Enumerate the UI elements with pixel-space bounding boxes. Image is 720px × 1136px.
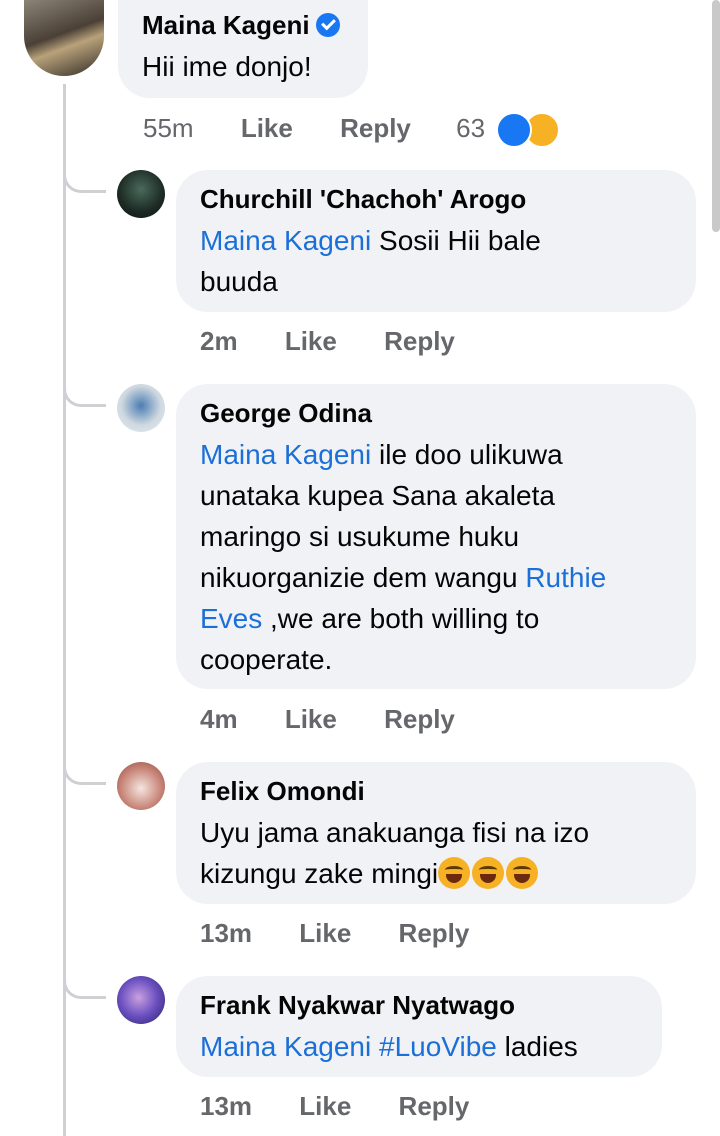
like-button[interactable]: Like [285,326,337,357]
reply-time[interactable]: 4m [200,704,238,735]
comment-bubble: Maina Kageni Hii ime donjo! [118,0,368,98]
reply-button[interactable]: Reply [384,326,455,357]
reply-bubble: Frank Nyakwar Nyatwago Maina Kageni #Luo… [176,976,662,1077]
thread-branch [63,956,106,999]
comment-actions: 55m Like Reply 63 [143,112,561,148]
reply-bubble: Churchill 'Chachoh' Arogo Maina Kageni S… [176,170,696,312]
thread-branch [63,150,106,193]
reply-text: Uyu jama anakuanga fisi na izo kizungu z… [200,817,590,889]
reply-time[interactable]: 13m [200,918,252,949]
comment-time[interactable]: 55m [143,113,194,144]
reply-actions: 2m Like Reply [200,326,455,357]
reply-author[interactable]: Felix Omondi [200,776,672,806]
thread-branch [63,364,106,407]
avatar[interactable] [117,976,165,1024]
like-button[interactable]: Like [299,918,351,949]
reply-author[interactable]: George Odina [200,398,672,428]
reply-button[interactable]: Reply [399,1091,470,1122]
laughing-tears-emoji-icon [438,857,471,889]
comment-author[interactable]: Maina Kageni [142,10,344,40]
reply-button[interactable]: Reply [384,704,455,735]
reply-bubble: George Odina Maina Kageni ile doo ulikuw… [176,384,696,689]
hashtag-link[interactable]: #LuoVibe [379,1031,497,1062]
reply-text: Maina Kageni ile doo ulikuwa unataka kup… [200,439,607,675]
reply-author[interactable]: Frank Nyakwar Nyatwago [200,990,638,1020]
like-button[interactable]: Like [299,1091,351,1122]
verified-badge-icon [315,13,340,37]
reply-actions: 13m Like Reply [200,1091,469,1122]
mention-link[interactable]: Maina Kageni [200,225,371,256]
reply-actions: 4m Like Reply [200,704,455,735]
like-reaction-icon[interactable] [496,112,533,148]
reply-actions: 13m Like Reply [200,918,469,949]
reply-button[interactable]: Reply [399,918,470,949]
reaction-count[interactable]: 63 [456,113,485,144]
reply-author[interactable]: Churchill 'Chachoh' Arogo [200,184,672,214]
reply-text: Maina Kageni #LuoVibe ladies [200,1031,578,1062]
mention-link[interactable]: Maina Kageni [200,439,371,470]
reply-button[interactable]: Reply [340,113,411,144]
laughing-tears-emoji-icon [472,857,505,889]
reply-time[interactable]: 13m [200,1091,252,1122]
mention-link[interactable]: Ruthie [525,562,606,593]
avatar[interactable] [24,0,104,76]
reply-time[interactable]: 2m [200,326,238,357]
avatar[interactable] [117,384,165,432]
mention-link[interactable]: Maina Kageni [200,1031,371,1062]
reply-bubble: Felix Omondi Uyu jama anakuanga fisi na … [176,762,696,904]
avatar[interactable] [117,762,165,810]
like-button[interactable]: Like [241,113,293,144]
reply-text: Maina Kageni Sosii Hii bale buuda [200,225,541,297]
scrollbar[interactable] [712,0,720,232]
like-button[interactable]: Like [285,704,337,735]
mention-link[interactable]: Eves [200,603,262,634]
comment-text: Hii ime donjo! [142,51,312,82]
thread-branch [63,742,106,785]
avatar[interactable] [117,170,165,218]
laughing-tears-emoji-icon [506,857,539,889]
